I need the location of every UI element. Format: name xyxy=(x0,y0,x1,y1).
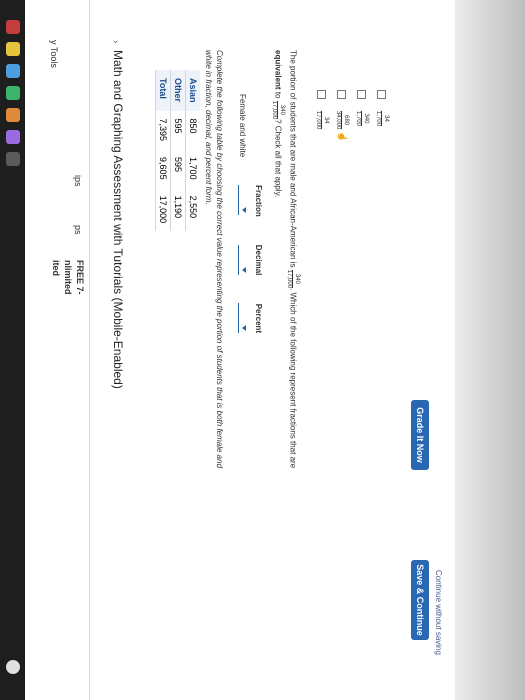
app-icon[interactable] xyxy=(6,86,20,100)
fraction-dropdown[interactable] xyxy=(238,185,249,216)
row-label: Asian xyxy=(185,70,200,111)
table-row: Total 7,395 9,605 17,000 xyxy=(155,70,171,232)
nav-tips[interactable]: ips xyxy=(73,175,83,187)
app-icon[interactable] xyxy=(6,64,20,78)
screen: › Math and Graphing Assessment with Tuto… xyxy=(0,0,525,700)
nav-limited: ited xyxy=(51,260,61,277)
page-title: Math and Graphing Assessment with Tutori… xyxy=(111,50,125,389)
checkbox[interactable] xyxy=(377,90,386,99)
app-icon[interactable] xyxy=(6,152,20,166)
cell: 1,700 xyxy=(185,149,200,188)
cell: 595 xyxy=(170,149,186,188)
data-table: Asian 850 1,700 2,550 Other 595 595 1,19… xyxy=(155,70,200,232)
row-label: Total xyxy=(155,70,171,111)
option-3[interactable]: 340 1,700 xyxy=(354,90,369,126)
nav-free-trial[interactable]: FREE 7- xyxy=(75,260,85,295)
cell: 2,550 xyxy=(185,187,200,232)
col-header: Fraction xyxy=(254,185,263,217)
app-icon[interactable] xyxy=(6,42,20,56)
equivalent-question: The portion of students that are male an… xyxy=(271,50,300,469)
checkbox[interactable] xyxy=(317,90,326,99)
cell: 1,190 xyxy=(170,187,186,232)
cell: 9,605 xyxy=(155,149,171,188)
option-2[interactable]: 680 34,000 ☝ xyxy=(334,90,349,142)
table-row: Asian 850 1,700 2,550 xyxy=(185,70,200,232)
cell: 595 xyxy=(170,110,186,150)
nav-tips-2[interactable]: ps xyxy=(73,225,83,235)
save-continue-button[interactable]: Save & Continue xyxy=(411,560,429,640)
fraction: 340 17,000 xyxy=(271,100,285,120)
cell: 850 xyxy=(185,110,200,150)
settings-icon[interactable] xyxy=(6,660,20,674)
chevron-right-icon[interactable]: › xyxy=(110,40,121,43)
fraction: 340 17,000 xyxy=(286,269,300,289)
col-header: Decimal xyxy=(254,244,263,276)
question-prompt: Complete the following table by choosing… xyxy=(204,50,224,469)
pointer-cursor-icon: ☝ xyxy=(337,131,348,143)
nav-tools[interactable]: y Tools xyxy=(49,40,59,68)
grade-it-now-button[interactable]: Grade It Now xyxy=(411,400,429,470)
app-icon[interactable] xyxy=(6,130,20,144)
checkbox[interactable] xyxy=(337,90,346,99)
option-4[interactable]: 34 1,700 xyxy=(374,90,389,126)
cell: 7,395 xyxy=(155,110,171,150)
answer-table: Fraction Decimal Percent Female and whit… xyxy=(233,80,265,347)
screen-glare xyxy=(455,0,525,700)
app-icon[interactable] xyxy=(6,20,20,34)
percent-dropdown[interactable] xyxy=(238,303,249,334)
option-1[interactable]: 34 17,000 xyxy=(314,90,329,130)
continue-without-saving-link[interactable]: Continue without saving xyxy=(434,570,443,655)
cell: 17,000 xyxy=(155,187,171,232)
table-row: Other 595 595 1,190 xyxy=(170,70,186,232)
nav-unlimited: nlimited xyxy=(63,260,73,295)
row-label: Female and white xyxy=(238,94,247,158)
browser-sidebar xyxy=(0,0,25,700)
decimal-dropdown[interactable] xyxy=(238,244,249,275)
checkbox[interactable] xyxy=(357,90,366,99)
col-header: Percent xyxy=(254,303,263,334)
row-label: Other xyxy=(170,70,186,111)
app-icon[interactable] xyxy=(6,108,20,122)
left-nav: y Tools ips ps FREE 7- nlimited ited xyxy=(24,0,90,700)
